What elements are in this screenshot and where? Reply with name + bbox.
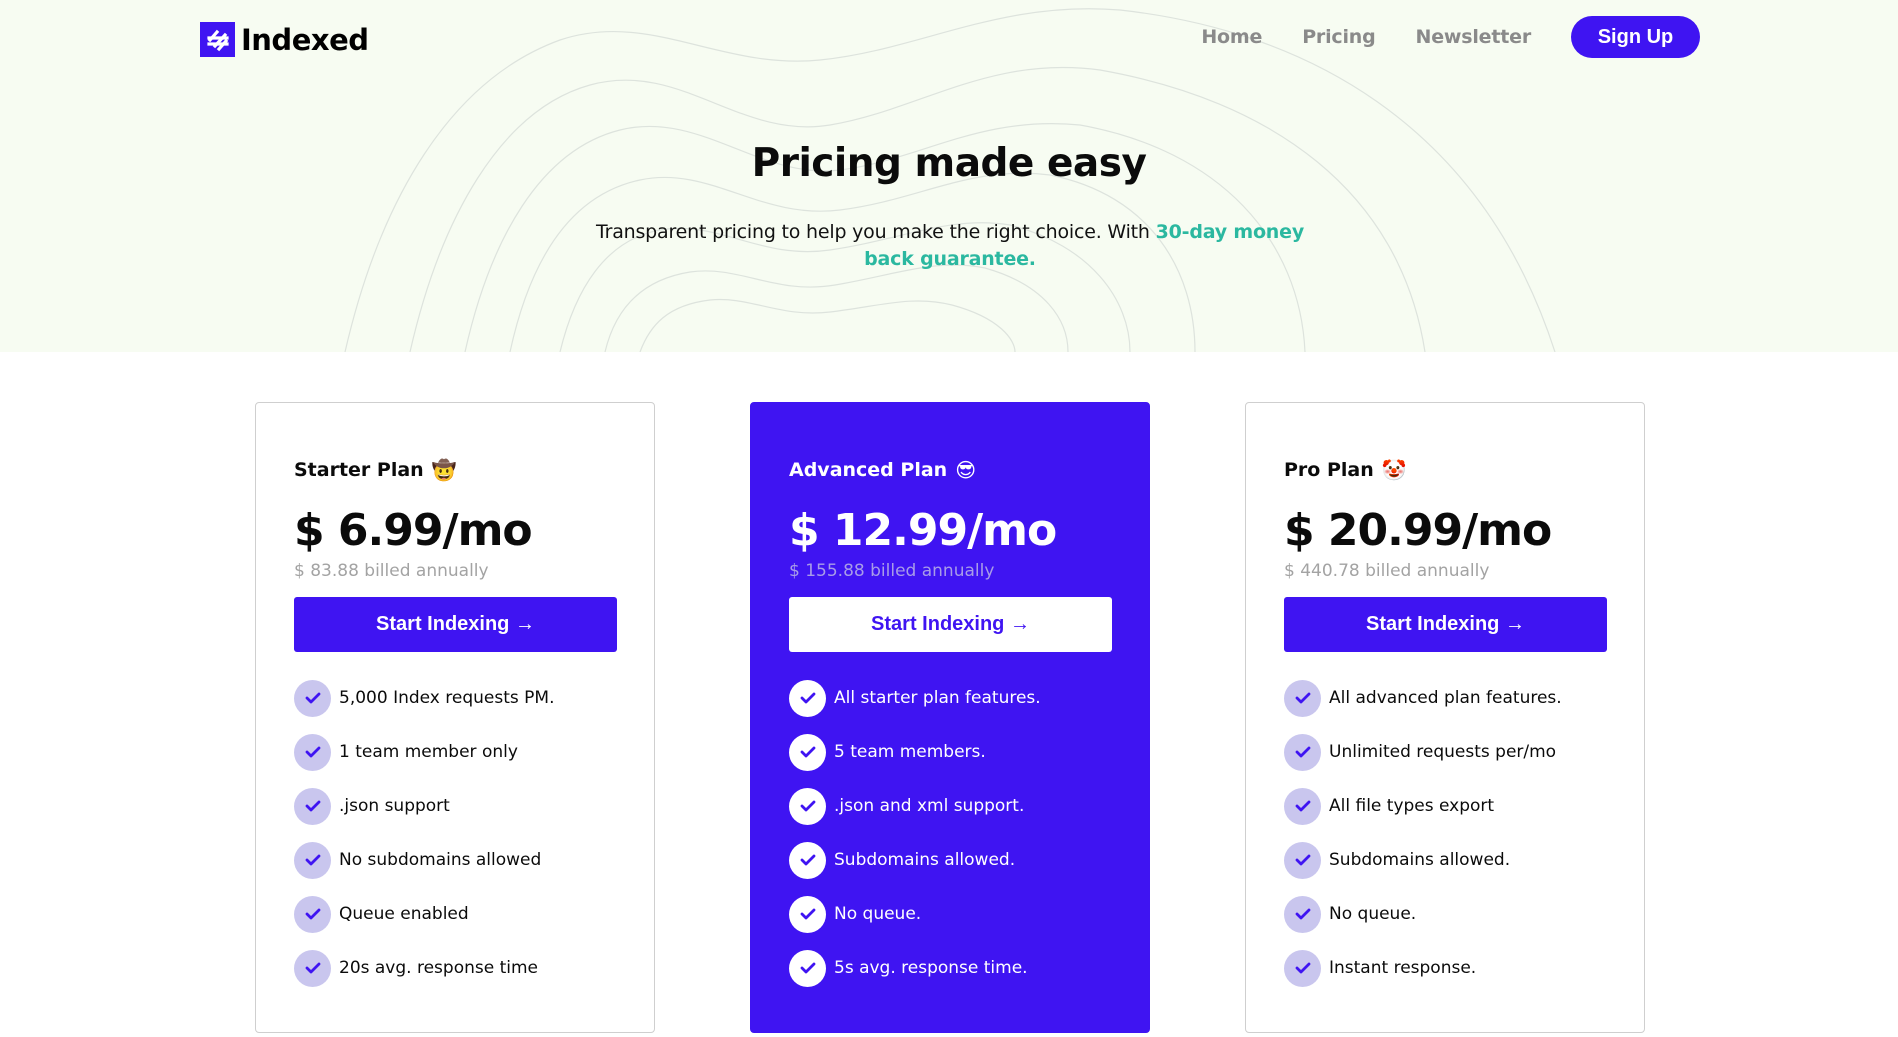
plan-billed-annually: $ 440.78 billed annually xyxy=(1284,561,1490,581)
logo[interactable]: Indexed xyxy=(200,22,369,57)
feature-text: All file types export xyxy=(1329,796,1495,816)
feature-item: Subdomains allowed. xyxy=(1284,841,1606,879)
page-subtitle: Transparent pricing to help you make the… xyxy=(595,219,1305,273)
subtitle-text: Transparent pricing to help you make the… xyxy=(595,221,1156,243)
check-circle-icon xyxy=(294,733,331,771)
check-circle-icon xyxy=(1284,895,1321,933)
feature-text: Queue enabled xyxy=(339,904,469,924)
start-indexing-button[interactable]: Start Indexing → xyxy=(1284,597,1607,652)
feature-item: Subdomains allowed. xyxy=(789,841,1111,879)
check-circle-icon xyxy=(789,679,826,717)
feature-list: All starter plan features. 5 team member… xyxy=(789,679,1111,987)
feature-text: 5s avg. response time. xyxy=(834,958,1028,978)
check-circle-icon xyxy=(1284,733,1321,771)
check-circle-icon xyxy=(294,787,331,825)
plan-title: Pro Plan 🤡 xyxy=(1284,455,1606,485)
feature-item: No subdomains allowed xyxy=(294,841,616,879)
plan-name: Pro Plan xyxy=(1284,459,1374,481)
feature-text: Unlimited requests per/mo xyxy=(1329,742,1557,762)
feature-item: No queue. xyxy=(789,895,1111,933)
feature-item: All starter plan features. xyxy=(789,679,1111,717)
feature-text: No queue. xyxy=(834,904,922,924)
feature-text: Subdomains allowed. xyxy=(834,850,1016,870)
feature-item: 20s avg. response time xyxy=(294,949,616,987)
feature-item: All file types export xyxy=(1284,787,1606,825)
plan-name: Advanced Plan xyxy=(789,459,948,481)
feature-text: All starter plan features. xyxy=(834,688,1041,708)
plan-card-starter: Starter Plan 🤠 $ 6.99/mo $ 83.88 billed … xyxy=(255,402,655,1033)
feature-text: 5,000 Index requests PM. xyxy=(339,688,555,708)
check-circle-icon xyxy=(789,895,826,933)
feature-text: Instant response. xyxy=(1329,958,1477,978)
plan-price: $ 20.99/mo xyxy=(1284,505,1552,556)
feature-text: No queue. xyxy=(1329,904,1417,924)
check-circle-icon xyxy=(789,841,826,879)
plan-card-advanced: Advanced Plan 😎 $ 12.99/mo $ 155.88 bill… xyxy=(750,402,1150,1033)
feature-text: 20s avg. response time xyxy=(339,958,538,978)
feature-item: 5s avg. response time. xyxy=(789,949,1111,987)
cowboy-emoji-icon: 🤠 xyxy=(431,458,457,482)
hash-lines-icon xyxy=(200,22,235,57)
feature-item: .json and xml support. xyxy=(789,787,1111,825)
nav-pricing-link[interactable]: Pricing xyxy=(1302,26,1376,48)
feature-text: 5 team members. xyxy=(834,742,986,762)
feature-item: Queue enabled xyxy=(294,895,616,933)
check-circle-icon xyxy=(1284,787,1321,825)
brand-name: Indexed xyxy=(241,22,369,57)
plan-name: Starter Plan xyxy=(294,459,424,481)
nav-newsletter-link[interactable]: Newsletter xyxy=(1416,26,1532,48)
feature-item: Unlimited requests per/mo xyxy=(1284,733,1606,771)
feature-text: .json and xml support. xyxy=(834,796,1025,816)
check-circle-icon xyxy=(294,949,331,987)
feature-item: 5 team members. xyxy=(789,733,1111,771)
check-circle-icon xyxy=(789,949,826,987)
nav-home-link[interactable]: Home xyxy=(1201,26,1262,48)
check-circle-icon xyxy=(1284,841,1321,879)
feature-item: .json support xyxy=(294,787,616,825)
plan-billed-annually: $ 83.88 billed annually xyxy=(294,561,489,581)
feature-item: Instant response. xyxy=(1284,949,1606,987)
page-title: Pricing made easy xyxy=(751,141,1147,186)
feature-text: No subdomains allowed xyxy=(339,850,542,870)
plan-billed-annually: $ 155.88 billed annually xyxy=(789,561,995,581)
feature-text: All advanced plan features. xyxy=(1329,688,1562,708)
sign-up-button[interactable]: Sign Up xyxy=(1571,16,1700,58)
feature-text: Subdomains allowed. xyxy=(1329,850,1511,870)
start-indexing-button[interactable]: Start Indexing → xyxy=(789,597,1112,652)
check-circle-icon xyxy=(789,787,826,825)
check-circle-icon xyxy=(294,895,331,933)
sunglasses-emoji-icon: 😎 xyxy=(955,458,977,482)
feature-list: All advanced plan features. Unlimited re… xyxy=(1284,679,1606,987)
feature-item: 1 team member only xyxy=(294,733,616,771)
plan-title: Starter Plan 🤠 xyxy=(294,455,616,485)
check-circle-icon xyxy=(1284,949,1321,987)
feature-item: No queue. xyxy=(1284,895,1606,933)
plan-title: Advanced Plan 😎 xyxy=(789,455,1111,485)
feature-text: .json support xyxy=(339,796,450,816)
plan-price: $ 6.99/mo xyxy=(294,505,533,556)
main-nav: Home Pricing Newsletter Sign Up xyxy=(1201,16,1700,58)
check-circle-icon xyxy=(294,841,331,879)
feature-text: 1 team member only xyxy=(339,742,518,762)
feature-item: All advanced plan features. xyxy=(1284,679,1606,717)
hero-section: Indexed Home Pricing Newsletter Sign Up … xyxy=(0,0,1898,352)
feature-item: 5,000 Index requests PM. xyxy=(294,679,616,717)
plan-price: $ 12.99/mo xyxy=(789,505,1057,556)
clown-emoji-icon: 🤡 xyxy=(1381,458,1407,482)
check-circle-icon xyxy=(294,679,331,717)
start-indexing-button[interactable]: Start Indexing → xyxy=(294,597,617,652)
plan-card-pro: Pro Plan 🤡 $ 20.99/mo $ 440.78 billed an… xyxy=(1245,402,1645,1033)
feature-list: 5,000 Index requests PM. 1 team member o… xyxy=(294,679,616,987)
check-circle-icon xyxy=(1284,679,1321,717)
check-circle-icon xyxy=(789,733,826,771)
